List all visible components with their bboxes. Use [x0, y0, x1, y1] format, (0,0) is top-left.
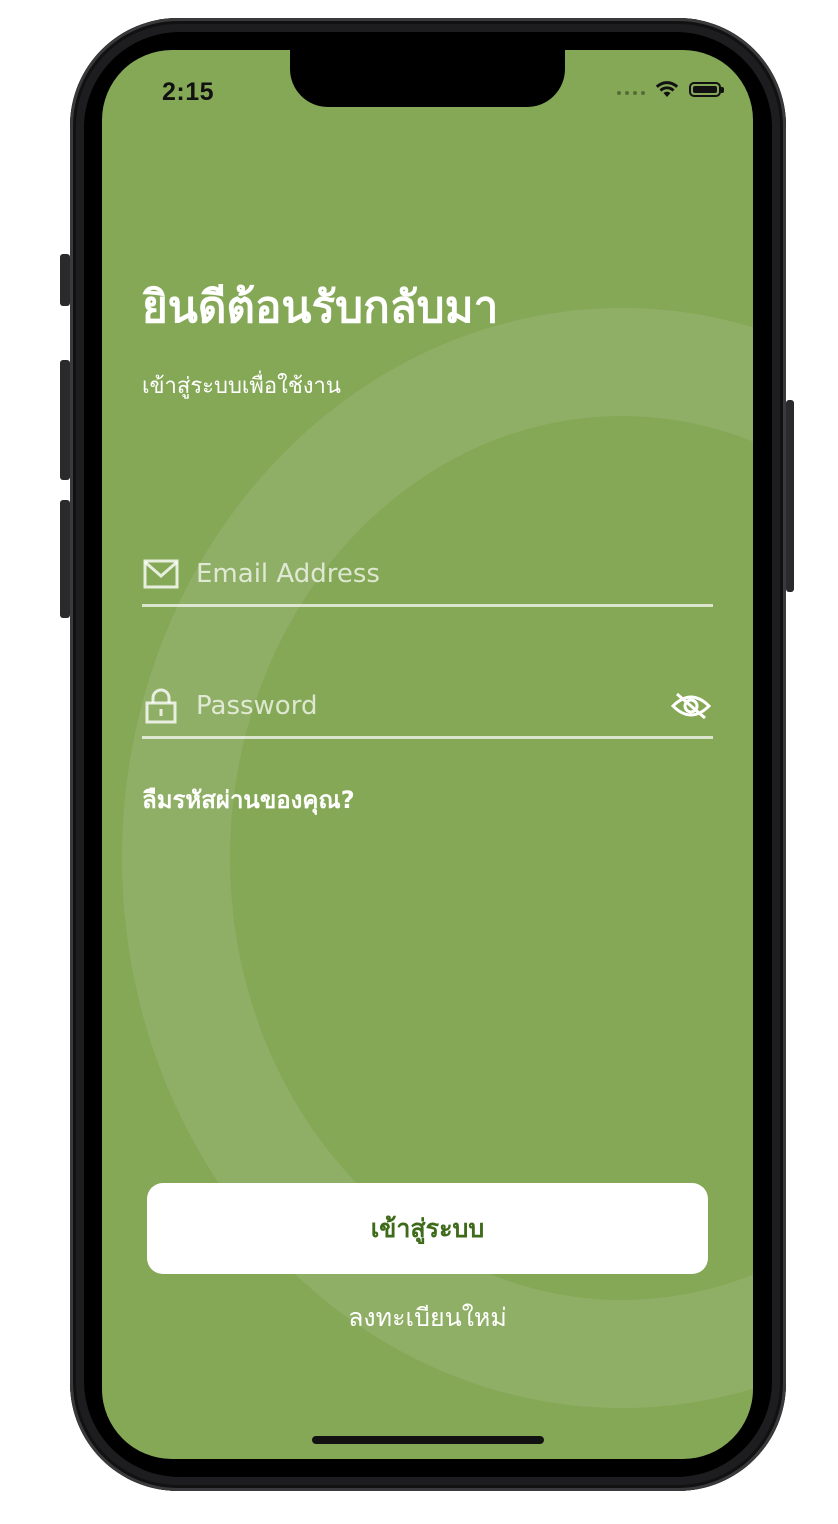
password-input[interactable] [196, 681, 669, 731]
wifi-icon [655, 81, 679, 97]
side-button-power [786, 400, 794, 592]
mail-icon [142, 555, 180, 593]
register-link[interactable]: ลงทะเบียนใหม่ [102, 1298, 753, 1338]
eye-off-icon[interactable] [669, 684, 713, 728]
app-screen: 2:15 ยินดีต้อนรับกลับมา เข้าสู่ระบบเพื่อ… [102, 50, 753, 1459]
side-button-volume-down [60, 500, 70, 618]
page-title: ยินดีต้อนรับกลับมา [142, 282, 499, 333]
password-field [142, 676, 713, 739]
forgot-password-link[interactable]: ลืมรหัสผ่านของคุณ? [142, 780, 355, 819]
signal-icon [617, 83, 645, 95]
page-subtitle: เข้าสู่ระบบเพื่อใช้งาน [142, 374, 341, 399]
home-indicator [312, 1436, 544, 1444]
battery-icon [689, 81, 724, 97]
email-field [142, 544, 713, 607]
side-button-volume-up [60, 360, 70, 480]
side-button-mute [60, 254, 70, 306]
status-icons [617, 80, 724, 98]
lock-icon [142, 687, 180, 725]
login-button[interactable]: เข้าสู่ระบบ [147, 1183, 708, 1274]
email-input[interactable] [196, 549, 713, 599]
status-time: 2:15 [162, 78, 215, 106]
notch [290, 50, 565, 107]
